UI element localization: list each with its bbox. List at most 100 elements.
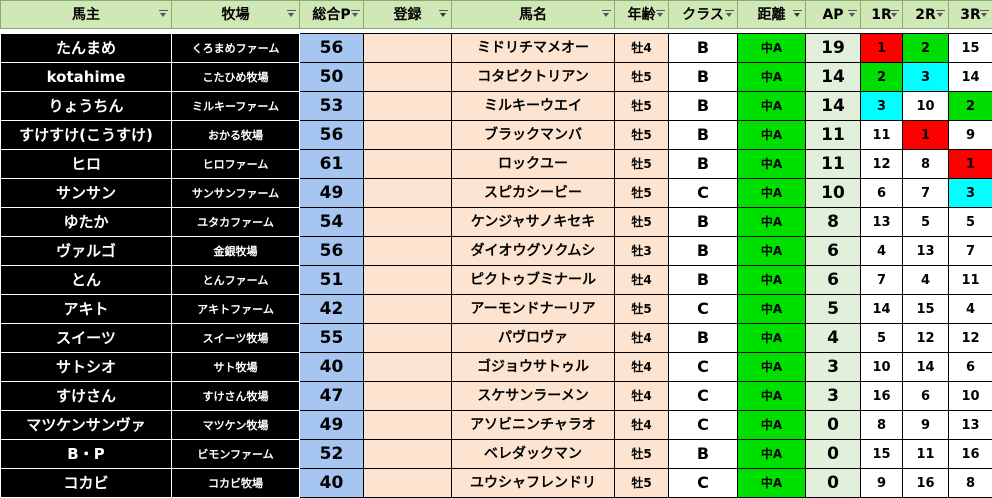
- cell-farm[interactable]: スイーツ牧場: [172, 324, 300, 353]
- cell-owner[interactable]: すけすけ(こうすけ): [1, 121, 172, 150]
- cell-age[interactable]: 牡5: [615, 92, 669, 121]
- cell-class[interactable]: C: [669, 295, 738, 324]
- filter-dropdown-icon[interactable]: [602, 10, 611, 18]
- cell-ap[interactable]: 4: [806, 324, 861, 353]
- filter-dropdown-icon[interactable]: [351, 10, 360, 18]
- cell-distance[interactable]: 中A: [738, 121, 806, 150]
- cell-class[interactable]: B: [669, 237, 738, 266]
- cell-class[interactable]: B: [669, 266, 738, 295]
- filter-dropdown-icon[interactable]: [287, 10, 296, 18]
- cell-distance[interactable]: 中A: [738, 34, 806, 63]
- cell-registration[interactable]: [364, 382, 452, 411]
- cell-distance[interactable]: 中A: [738, 440, 806, 469]
- cell-horse[interactable]: ピクトゥブミナール: [452, 266, 615, 295]
- cell-points[interactable]: 50: [300, 63, 364, 92]
- cell-distance[interactable]: 中A: [738, 92, 806, 121]
- cell-age[interactable]: 牡4: [615, 266, 669, 295]
- cell-r2[interactable]: 10: [903, 92, 949, 121]
- cell-r3[interactable]: 4: [949, 295, 992, 324]
- cell-farm[interactable]: ビモンファーム: [172, 440, 300, 469]
- cell-owner[interactable]: りょうちん: [1, 92, 172, 121]
- cell-ap[interactable]: 0: [806, 411, 861, 440]
- cell-r3[interactable]: 6: [949, 353, 992, 382]
- cell-owner[interactable]: たんまめ: [1, 34, 172, 63]
- cell-registration[interactable]: [364, 121, 452, 150]
- filter-dropdown-icon[interactable]: [848, 10, 857, 18]
- cell-r3[interactable]: 15: [949, 34, 992, 63]
- cell-farm[interactable]: サンサンファーム: [172, 179, 300, 208]
- cell-distance[interactable]: 中A: [738, 411, 806, 440]
- cell-r2[interactable]: 13: [903, 237, 949, 266]
- cell-registration[interactable]: [364, 179, 452, 208]
- cell-farm[interactable]: コカビ牧場: [172, 469, 300, 498]
- cell-registration[interactable]: [364, 150, 452, 179]
- cell-distance[interactable]: 中A: [738, 63, 806, 92]
- cell-r1[interactable]: 11: [861, 121, 903, 150]
- cell-registration[interactable]: [364, 208, 452, 237]
- cell-r2[interactable]: 9: [903, 411, 949, 440]
- cell-owner[interactable]: マツケンサンヴァ: [1, 411, 172, 440]
- filter-dropdown-icon[interactable]: [656, 10, 665, 18]
- cell-age[interactable]: 牡5: [615, 440, 669, 469]
- cell-farm[interactable]: とんファーム: [172, 266, 300, 295]
- cell-r3[interactable]: 8: [949, 469, 992, 498]
- cell-points[interactable]: 49: [300, 179, 364, 208]
- cell-registration[interactable]: [364, 63, 452, 92]
- cell-class[interactable]: C: [669, 179, 738, 208]
- cell-r1[interactable]: 4: [861, 237, 903, 266]
- filter-dropdown-icon[interactable]: [725, 10, 734, 18]
- cell-registration[interactable]: [364, 237, 452, 266]
- cell-r3[interactable]: 9: [949, 121, 992, 150]
- cell-r2[interactable]: 6: [903, 382, 949, 411]
- cell-age[interactable]: 牡5: [615, 469, 669, 498]
- cell-r2[interactable]: 14: [903, 353, 949, 382]
- cell-points[interactable]: 61: [300, 150, 364, 179]
- cell-farm[interactable]: くろまめファーム: [172, 34, 300, 63]
- cell-r3[interactable]: 12: [949, 324, 992, 353]
- cell-owner[interactable]: アキト: [1, 295, 172, 324]
- cell-ap[interactable]: 3: [806, 353, 861, 382]
- cell-r2[interactable]: 15: [903, 295, 949, 324]
- cell-age[interactable]: 牡4: [615, 353, 669, 382]
- cell-r1[interactable]: 7: [861, 266, 903, 295]
- cell-registration[interactable]: [364, 266, 452, 295]
- cell-farm[interactable]: ヒロファーム: [172, 150, 300, 179]
- cell-distance[interactable]: 中A: [738, 266, 806, 295]
- cell-r2[interactable]: 4: [903, 266, 949, 295]
- cell-points[interactable]: 53: [300, 92, 364, 121]
- cell-ap[interactable]: 14: [806, 63, 861, 92]
- cell-r3[interactable]: 16: [949, 440, 992, 469]
- cell-r1[interactable]: 3: [861, 92, 903, 121]
- cell-owner[interactable]: ゆたか: [1, 208, 172, 237]
- cell-class[interactable]: B: [669, 121, 738, 150]
- cell-ap[interactable]: 19: [806, 34, 861, 63]
- cell-ap[interactable]: 3: [806, 382, 861, 411]
- cell-r1[interactable]: 10: [861, 353, 903, 382]
- cell-farm[interactable]: こたひめ牧場: [172, 63, 300, 92]
- cell-horse[interactable]: パヴロヴァ: [452, 324, 615, 353]
- cell-farm[interactable]: おかる牧場: [172, 121, 300, 150]
- cell-owner[interactable]: ヒロ: [1, 150, 172, 179]
- cell-farm[interactable]: マツケン牧場: [172, 411, 300, 440]
- cell-distance[interactable]: 中A: [738, 353, 806, 382]
- cell-r3[interactable]: 3: [949, 179, 992, 208]
- cell-r3[interactable]: 1: [949, 150, 992, 179]
- cell-class[interactable]: C: [669, 353, 738, 382]
- cell-registration[interactable]: [364, 92, 452, 121]
- cell-points[interactable]: 40: [300, 469, 364, 498]
- cell-owner[interactable]: とん: [1, 266, 172, 295]
- cell-owner[interactable]: サンサン: [1, 179, 172, 208]
- cell-r1[interactable]: 2: [861, 63, 903, 92]
- cell-class[interactable]: B: [669, 208, 738, 237]
- cell-class[interactable]: C: [669, 382, 738, 411]
- cell-age[interactable]: 牡5: [615, 150, 669, 179]
- cell-registration[interactable]: [364, 324, 452, 353]
- cell-points[interactable]: 42: [300, 295, 364, 324]
- cell-points[interactable]: 54: [300, 208, 364, 237]
- cell-horse[interactable]: ロックユー: [452, 150, 615, 179]
- cell-r2[interactable]: 16: [903, 469, 949, 498]
- cell-farm[interactable]: ユタカファーム: [172, 208, 300, 237]
- cell-age[interactable]: 牡4: [615, 34, 669, 63]
- cell-r3[interactable]: 5: [949, 208, 992, 237]
- cell-ap[interactable]: 10: [806, 179, 861, 208]
